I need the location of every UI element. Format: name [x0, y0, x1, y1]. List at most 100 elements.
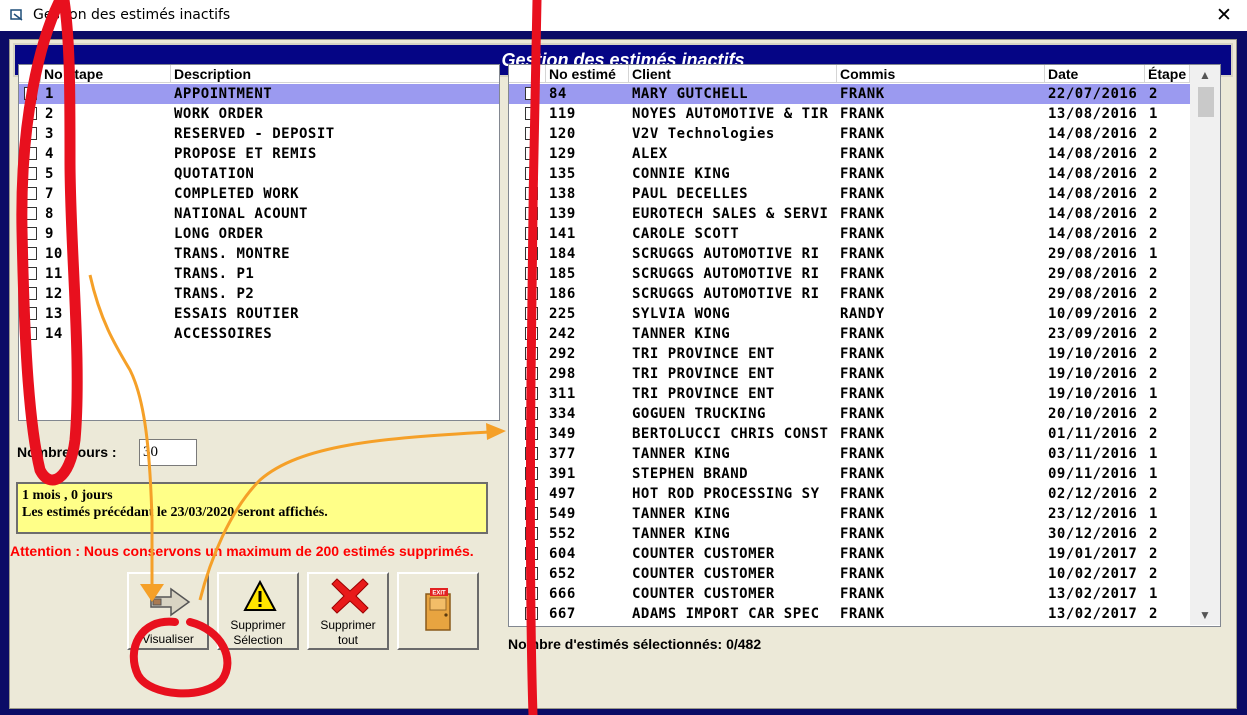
step-row[interactable]: 11 TRANS. P1: [19, 264, 499, 284]
estimate-checkbox[interactable]: [525, 487, 538, 500]
step-checkbox[interactable]: [24, 127, 37, 140]
estimate-checkbox[interactable]: [525, 447, 538, 460]
estimate-row[interactable]: 119 NOYES AUTOMOTIVE & TIR FRANK 13/08/2016…: [509, 104, 1190, 124]
estimate-checkbox[interactable]: [525, 107, 538, 120]
estimate-checkbox[interactable]: [525, 187, 538, 200]
estimate-checkbox[interactable]: [525, 327, 538, 340]
estimate-row[interactable]: 652 COUNTER CUSTOMER FRANK 10/02/2017 2: [509, 564, 1190, 584]
step-checkbox[interactable]: [24, 267, 37, 280]
step-row[interactable]: 3 RESERVED - DEPOSIT: [19, 124, 499, 144]
estimate-checkbox[interactable]: [525, 267, 538, 280]
estimate-checkbox[interactable]: [525, 507, 538, 520]
estimate-row[interactable]: 135 CONNIE KING FRANK 14/08/2016 2: [509, 164, 1190, 184]
estimates-list[interactable]: No estimé Client Commis Date Étape 84 MAR…: [508, 64, 1221, 627]
estimate-checkbox[interactable]: [525, 347, 538, 360]
estimate-checkbox[interactable]: [525, 587, 538, 600]
estimate-row[interactable]: 184 SCRUGGS AUTOMOTIVE RI FRANK 29/08/2016 1: [509, 244, 1190, 264]
estimate-row[interactable]: 497 HOT ROD PROCESSING SY FRANK 02/12/2016 2: [509, 484, 1190, 504]
step-checkbox[interactable]: [24, 227, 37, 240]
header-check-column[interactable]: [19, 65, 41, 83]
estimate-row[interactable]: 292 TRI PROVINCE ENT FRANK 19/10/2016 2: [509, 344, 1190, 364]
header-no-etape[interactable]: No étape: [41, 65, 171, 83]
step-row[interactable]: 5 QUOTATION: [19, 164, 499, 184]
delete-selection-button[interactable]: Supprimer Sélection: [217, 572, 299, 650]
estimate-checkbox[interactable]: [525, 147, 538, 160]
step-row[interactable]: 9 LONG ORDER: [19, 224, 499, 244]
estimate-row[interactable]: 604 COUNTER CUSTOMER FRANK 19/01/2017 2: [509, 544, 1190, 564]
estimate-row[interactable]: 666 COUNTER CUSTOMER FRANK 13/02/2017 1: [509, 584, 1190, 604]
estimate-checkbox[interactable]: [525, 547, 538, 560]
step-row[interactable]: 14 ACCESSOIRES: [19, 324, 499, 344]
step-row[interactable]: 7 COMPLETED WORK: [19, 184, 499, 204]
estimate-checkbox[interactable]: [525, 427, 538, 440]
estimate-row[interactable]: 242 TANNER KING FRANK 23/09/2016 2: [509, 324, 1190, 344]
estimate-row[interactable]: 667 ADAMS IMPORT CAR SPEC FRANK 13/02/2017 2: [509, 604, 1190, 624]
scroll-down-arrow-icon[interactable]: ▼: [1190, 605, 1220, 625]
estimate-row[interactable]: 311 TRI PROVINCE ENT FRANK 19/10/2016 1: [509, 384, 1190, 404]
estimate-row[interactable]: 141 CAROLE SCOTT FRANK 14/08/2016 2: [509, 224, 1190, 244]
estimate-row[interactable]: 84 MARY GUTCHELL FRANK 22/07/2016 2: [509, 84, 1190, 104]
estimate-checkbox[interactable]: [525, 607, 538, 620]
estimate-row[interactable]: 549 TANNER KING FRANK 23/12/2016 1: [509, 504, 1190, 524]
header-client[interactable]: Client: [629, 65, 837, 83]
header-description[interactable]: Description: [171, 65, 499, 83]
estimate-checkbox[interactable]: [525, 287, 538, 300]
header-commis[interactable]: Commis: [837, 65, 1045, 83]
estimate-checkbox[interactable]: [525, 527, 538, 540]
estimate-row[interactable]: 225 SYLVIA WONG RANDY 10/09/2016 2: [509, 304, 1190, 324]
header-date[interactable]: Date: [1045, 65, 1145, 83]
estimate-row[interactable]: 349 BERTOLUCCI CHRIS CONST FRANK 01/11/2016…: [509, 424, 1190, 444]
header-etape[interactable]: Étape: [1145, 65, 1190, 83]
step-row[interactable]: ✔ 1 APPOINTMENT: [19, 84, 499, 104]
estimate-checkbox[interactable]: [525, 387, 538, 400]
estimate-checkbox[interactable]: [525, 227, 538, 240]
step-row[interactable]: ✔ 2 WORK ORDER: [19, 104, 499, 124]
estimate-checkbox[interactable]: [525, 167, 538, 180]
step-row[interactable]: 12 TRANS. P2: [19, 284, 499, 304]
estimate-row[interactable]: 552 TANNER KING FRANK 30/12/2016 2: [509, 524, 1190, 544]
view-button[interactable]: Visualiser: [127, 572, 209, 650]
estimate-checkbox[interactable]: [525, 567, 538, 580]
estimate-row[interactable]: 138 PAUL DECELLES FRANK 14/08/2016 2: [509, 184, 1190, 204]
step-row[interactable]: 8 NATIONAL ACOUNT: [19, 204, 499, 224]
steps-list[interactable]: No étape Description ✔ 1 APPOINTMENT ✔ 2 WORK…: [18, 64, 500, 421]
estimate-row[interactable]: 334 GOGUEN TRUCKING FRANK 20/10/2016 2: [509, 404, 1190, 424]
step-checkbox[interactable]: [24, 167, 37, 180]
exit-button[interactable]: EXIT: [397, 572, 479, 650]
estimate-row[interactable]: 391 STEPHEN BRAND FRANK 09/11/2016 1: [509, 464, 1190, 484]
estimate-row[interactable]: 298 TRI PROVINCE ENT FRANK 19/10/2016 2: [509, 364, 1190, 384]
estimates-scrollbar[interactable]: ▲ ▼: [1190, 65, 1220, 625]
estimate-row[interactable]: 185 SCRUGGS AUTOMOTIVE RI FRANK 29/08/2016 2: [509, 264, 1190, 284]
step-checkbox[interactable]: [24, 187, 37, 200]
estimate-checkbox[interactable]: [525, 307, 538, 320]
estimate-row[interactable]: 139 EUROTECH SALES & SERVI FRANK 14/08/2016…: [509, 204, 1190, 224]
header-check-column[interactable]: [509, 65, 546, 83]
step-checkbox[interactable]: [24, 147, 37, 160]
step-checkbox[interactable]: [24, 207, 37, 220]
estimate-checkbox[interactable]: [525, 247, 538, 260]
step-checkbox[interactable]: [24, 327, 37, 340]
step-checkbox[interactable]: [24, 307, 37, 320]
step-checkbox[interactable]: [24, 247, 37, 260]
estimate-row[interactable]: 129 ALEX FRANK 14/08/2016 2: [509, 144, 1190, 164]
estimate-checkbox[interactable]: [525, 467, 538, 480]
close-button[interactable]: ✕: [1201, 0, 1247, 31]
estimate-checkbox[interactable]: [525, 407, 538, 420]
estimate-checkbox[interactable]: [525, 207, 538, 220]
scroll-up-arrow-icon[interactable]: ▲: [1190, 65, 1220, 85]
header-no-estime[interactable]: No estimé: [546, 65, 629, 83]
estimate-checkbox[interactable]: [525, 87, 538, 100]
scroll-thumb[interactable]: [1198, 87, 1214, 117]
estimate-row[interactable]: 120 V2V Technologies FRANK 14/08/2016 2: [509, 124, 1190, 144]
delete-all-button[interactable]: Supprimer tout: [307, 572, 389, 650]
estimate-row[interactable]: 377 TANNER KING FRANK 03/11/2016 1: [509, 444, 1190, 464]
estimate-checkbox[interactable]: [525, 127, 538, 140]
step-checkbox[interactable]: ✔: [24, 87, 37, 100]
step-row[interactable]: 10 TRANS. MONTRE: [19, 244, 499, 264]
step-row[interactable]: 13 ESSAIS ROUTIER: [19, 304, 499, 324]
days-input[interactable]: 30: [139, 439, 197, 466]
step-checkbox[interactable]: ✔: [24, 107, 37, 120]
step-row[interactable]: 4 PROPOSE ET REMIS: [19, 144, 499, 164]
estimate-checkbox[interactable]: [525, 367, 538, 380]
step-checkbox[interactable]: [24, 287, 37, 300]
